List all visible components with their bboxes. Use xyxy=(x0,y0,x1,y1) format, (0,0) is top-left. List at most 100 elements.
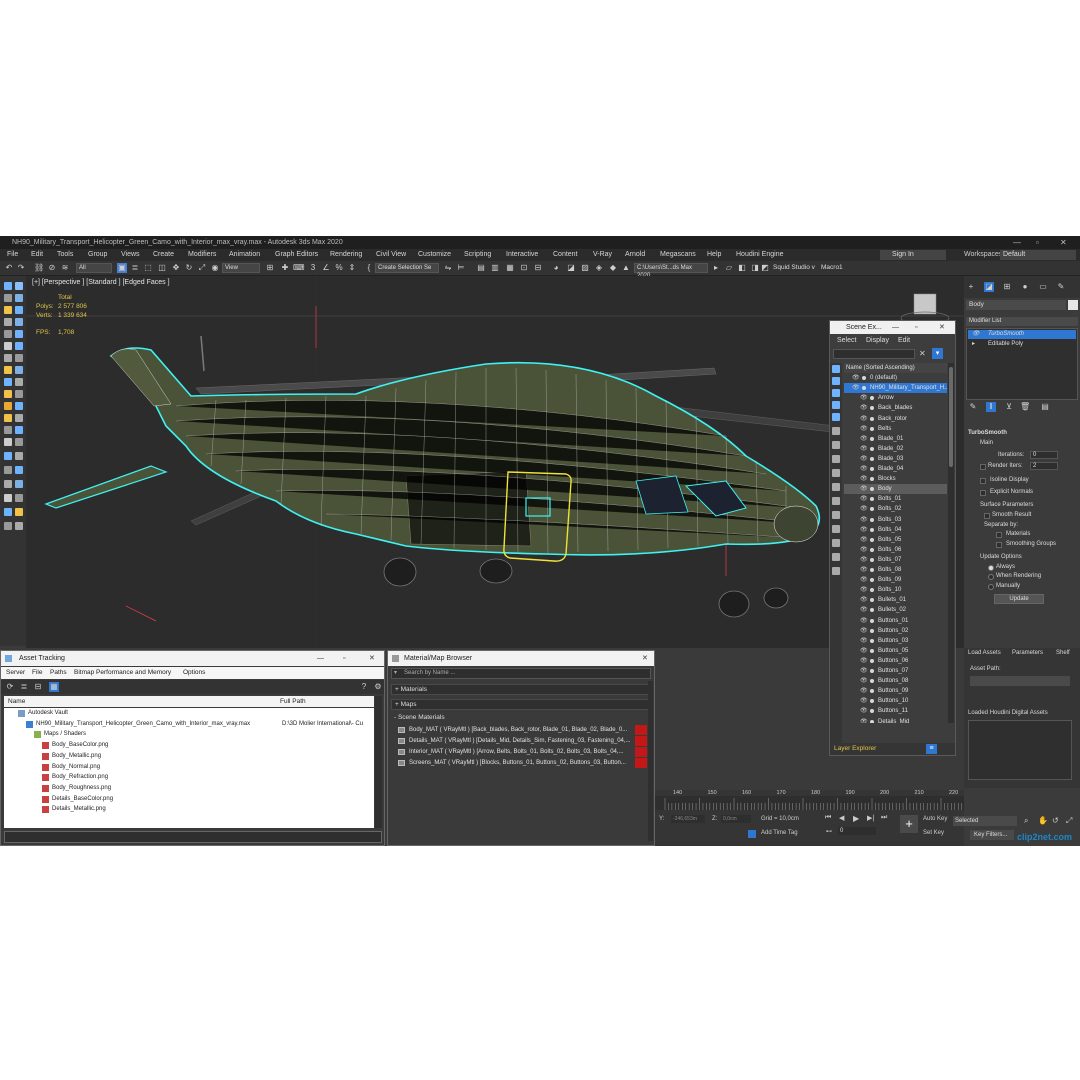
asset-row[interactable]: Maps / Shaders xyxy=(4,729,374,740)
select-by-name-icon[interactable]: ≣ xyxy=(130,263,140,273)
script-icon-2[interactable]: ◨ xyxy=(750,263,760,273)
strip-tool-icon-10[interactable] xyxy=(15,330,23,338)
scene-item[interactable]: 👁 Buttons_02 xyxy=(844,626,947,636)
rect-selection-icon[interactable]: ⬚ xyxy=(143,263,153,273)
freeze-dot-icon[interactable] xyxy=(870,638,874,643)
show-end-result-icon[interactable]: ‖ xyxy=(986,402,996,412)
strip-tool-icon-1[interactable] xyxy=(4,282,12,290)
spinner-snap-icon[interactable]: ⇕ xyxy=(347,263,357,273)
set-key-button[interactable]: Set Key xyxy=(923,830,944,836)
at-menu-bitmap[interactable]: Bitmap Performance and Memory xyxy=(74,667,171,679)
strip-tool-icon-39[interactable] xyxy=(4,522,12,530)
strip-tool-icon-17[interactable] xyxy=(4,378,12,386)
scene-item[interactable]: 👁 Bolts_08 xyxy=(844,565,947,575)
menu-rendering[interactable]: Rendering xyxy=(330,249,362,261)
at-menu-server[interactable]: Server xyxy=(6,667,25,679)
freeze-dot-icon[interactable] xyxy=(870,578,874,583)
schematic-view-icon[interactable]: ⊟ xyxy=(533,263,543,273)
strip-tool-icon-9[interactable] xyxy=(4,330,12,338)
se-filter-icon-15[interactable] xyxy=(832,553,840,561)
when-rendering-radio[interactable] xyxy=(988,574,994,580)
scene-item[interactable]: 👁 Bolts_10 xyxy=(844,585,947,595)
scene-item[interactable]: 👁 Buttons_01 xyxy=(844,616,947,626)
mb-close-icon[interactable]: ✕ xyxy=(642,651,648,666)
angle-snap-icon[interactable]: ∠ xyxy=(321,263,331,273)
scene-item[interactable]: 👁 Bolts_05 xyxy=(844,535,947,545)
at-maximize-icon[interactable]: ▫ xyxy=(343,651,345,666)
material-search-input[interactable]: ▾ Search by Name ... xyxy=(391,668,651,679)
menu-houdini-engine[interactable]: Houdini Engine xyxy=(736,249,783,261)
scene-item[interactable]: 👁 Blade_01 xyxy=(844,434,947,444)
at-tree-icon[interactable]: ⊟ xyxy=(33,682,43,692)
at-close-icon[interactable]: ✕ xyxy=(369,651,375,666)
freeze-dot-icon[interactable] xyxy=(862,376,866,381)
keyboard-shortcut-icon[interactable]: ⌨ xyxy=(293,263,305,273)
at-refresh-icon[interactable]: ⟳ xyxy=(5,682,15,692)
menu-civil-view[interactable]: Civil View xyxy=(376,249,406,261)
at-table-icon[interactable]: ▦ xyxy=(49,682,59,692)
at-settings-icon[interactable]: ⚙ xyxy=(373,682,383,692)
scene-item[interactable]: 👁 Buttons_11 xyxy=(844,706,947,716)
select-manipulate-icon[interactable]: ✚ xyxy=(280,263,290,273)
open-explorer-icon[interactable]: ▱ xyxy=(724,263,734,273)
asset-row[interactable]: Body_Metallic.png xyxy=(4,751,374,762)
close-icon[interactable]: ✕ xyxy=(1060,236,1067,249)
viewport-label[interactable]: [+] [Perspective ] [Standard ] [Edged Fa… xyxy=(32,279,170,286)
project-path-field[interactable]: C:\Users\St...ds Max 2020 xyxy=(634,263,708,279)
visibility-eye-icon[interactable]: 👁 xyxy=(860,678,868,684)
menu-arnold[interactable]: Arnold xyxy=(625,249,645,261)
freeze-dot-icon[interactable] xyxy=(870,537,874,542)
strip-tool-icon-19[interactable] xyxy=(4,390,12,398)
scene-item[interactable]: 👁 Buttons_05 xyxy=(844,646,947,656)
material-row-body[interactable]: Body_MAT ( VRayMtl ) [Back_blades, Back_… xyxy=(397,725,647,735)
visibility-eye-icon[interactable]: 👁 xyxy=(860,628,868,634)
maximize-icon[interactable]: ▫ xyxy=(1036,236,1039,249)
strip-tool-icon-24[interactable] xyxy=(15,414,23,422)
visibility-eye-icon[interactable]: 👁 xyxy=(860,618,868,624)
layer-explorer-icon[interactable]: ≡ xyxy=(926,744,937,754)
strip-tool-icon-14[interactable] xyxy=(15,354,23,362)
section-scene-materials[interactable]: - Scene Materials xyxy=(391,713,651,724)
iterations-spinner[interactable]: 0 xyxy=(1030,451,1058,459)
object-name-field[interactable]: Body xyxy=(966,300,1066,310)
visibility-eye-icon[interactable]: 👁 xyxy=(860,688,868,694)
menu-animation[interactable]: Animation xyxy=(229,249,260,261)
freeze-dot-icon[interactable] xyxy=(870,396,874,401)
at-menu-paths[interactable]: Paths xyxy=(50,667,67,679)
asset-row[interactable]: Body_BaseColor.png xyxy=(4,740,374,751)
strip-tool-icon-26[interactable] xyxy=(15,426,23,434)
explicit-normals-checkbox[interactable] xyxy=(980,490,986,496)
selection-filter-dropdown[interactable]: All xyxy=(76,263,112,273)
scene-item[interactable]: 👁 Blocks xyxy=(844,474,947,484)
z-coord-field[interactable]: 0,0cm xyxy=(721,815,751,823)
configure-sets-icon[interactable]: ▤ xyxy=(1040,402,1050,412)
se-filter-icon-11[interactable] xyxy=(832,497,840,505)
snap-toggle-icon[interactable]: 3 xyxy=(308,263,318,273)
visibility-eye-icon[interactable]: 👁 xyxy=(860,395,868,401)
clear-search-icon[interactable]: ✕ xyxy=(919,349,926,358)
material-browser-titlebar[interactable]: Material/Map Browser ✕ xyxy=(388,651,654,666)
freeze-dot-icon[interactable] xyxy=(870,669,874,673)
layer-explorer-dropdown[interactable]: Layer Explorer ≡ xyxy=(830,743,955,755)
stack-item-editable-poly[interactable]: ▸ Editable Poly xyxy=(968,340,1076,349)
visibility-eye-icon[interactable]: 👁 xyxy=(860,476,868,482)
strip-tool-icon-23[interactable] xyxy=(4,414,12,422)
scene-item[interactable]: 👁 Back_rotor xyxy=(844,414,947,424)
freeze-dot-icon[interactable] xyxy=(870,507,874,512)
visibility-eye-icon[interactable]: 👁 xyxy=(860,547,868,553)
curve-editor-icon[interactable]: ⊡ xyxy=(519,263,529,273)
placement-icon[interactable]: ◉ xyxy=(210,263,220,273)
strip-tool-icon-8[interactable] xyxy=(15,318,23,326)
visibility-eye-icon[interactable]: 👁 xyxy=(860,517,868,523)
visibility-eye-icon[interactable]: 👁 xyxy=(852,385,860,391)
align-icon[interactable]: ⊨ xyxy=(456,263,466,273)
material-row-details[interactable]: Details_MAT ( VRayMtl ) [Details_Mid, De… xyxy=(397,736,647,746)
window-crossing-icon[interactable]: ◫ xyxy=(157,263,167,273)
macro-label[interactable]: Macro1 xyxy=(821,264,843,271)
scene-item[interactable]: 👁 NH90_Military_Transport_H... xyxy=(844,383,947,394)
visibility-eye-icon[interactable]: 👁 xyxy=(860,587,868,593)
render-icon[interactable]: ◈ xyxy=(594,263,604,273)
scene-explorer-titlebar[interactable]: Scene Ex... — ▫ ✕ xyxy=(830,321,955,334)
visibility-eye-icon[interactable]: 👁 xyxy=(860,658,868,664)
se-filter-icon-8[interactable] xyxy=(832,455,840,463)
